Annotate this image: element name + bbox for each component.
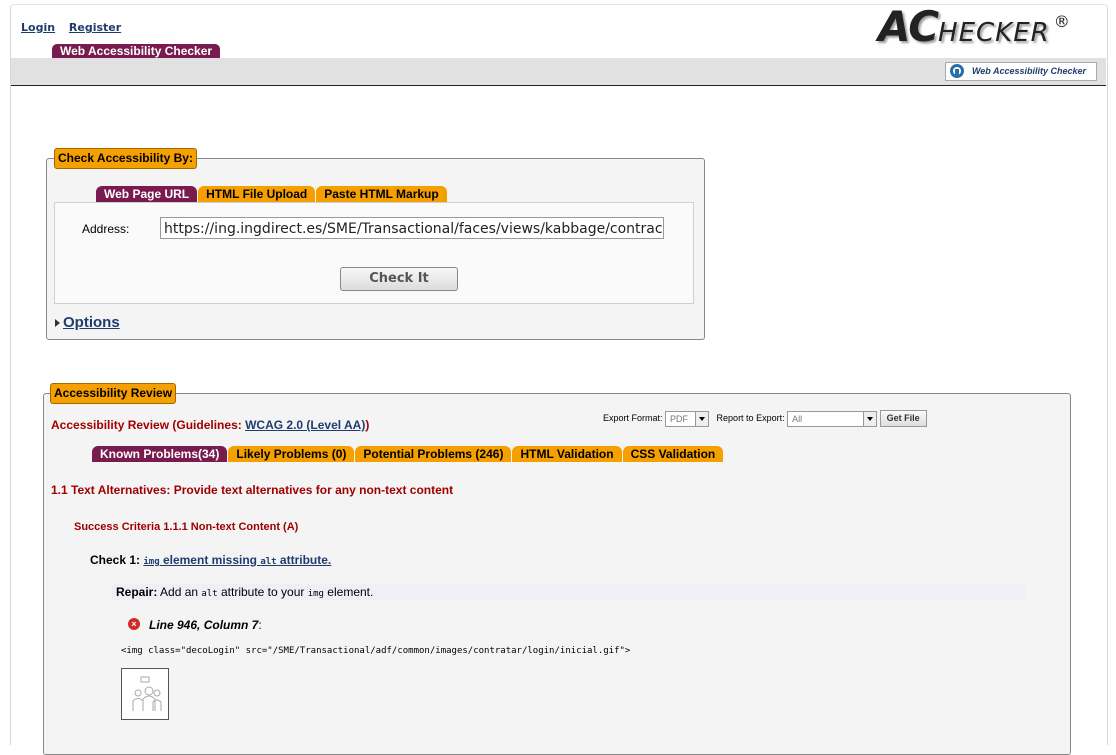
main-tab[interactable]: Web Accessibility Checker — [52, 44, 221, 58]
options-toggle[interactable]: Options — [55, 314, 120, 331]
error-colon: : — [258, 618, 262, 632]
top-links: Login Register — [21, 21, 131, 34]
check-heading: Check 1: img element missing alt attribu… — [90, 553, 331, 567]
repair-label: Repair: — [116, 585, 158, 599]
tab-html-file-upload[interactable]: HTML File Upload — [198, 186, 316, 202]
repair-code-alt: alt — [201, 589, 218, 599]
review-legend: Accessibility Review — [50, 383, 177, 404]
logo-ac: AC — [878, 2, 939, 51]
success-criteria-heading: Success Criteria 1.1.1 Non-text Content … — [74, 521, 299, 533]
people-illustration-icon — [132, 676, 162, 711]
register-link[interactable]: Register — [69, 21, 121, 34]
tab-likely-problems[interactable]: Likely Problems (0) — [228, 446, 355, 462]
check-code-alt: alt — [260, 557, 277, 567]
check-code-img: img — [143, 557, 160, 567]
check-link[interactable]: img element missing alt attribute. — [143, 553, 331, 567]
repair-text3: element. — [323, 585, 374, 599]
check-link-text1: element missing — [159, 553, 261, 567]
help-icon — [949, 64, 964, 78]
review-title-prefix: Accessibility Review (Guidelines: — [51, 418, 246, 432]
export-controls: Export Format: PDF Report to Export: All… — [603, 410, 927, 427]
result-tabs: Known Problems(34) Likely Problems (0) Pot… — [92, 446, 724, 462]
get-file-button[interactable]: Get File — [879, 410, 927, 427]
chevron-down-icon — [863, 411, 877, 426]
address-input[interactable]: https://ing.ingdirect.es/SME/Transaction… — [160, 217, 664, 239]
guideline-link[interactable]: WCAG 2.0 (Level AA) — [245, 418, 365, 432]
export-format-value: PDF — [670, 413, 689, 424]
help-button[interactable]: Web Accessibility Checker — [944, 62, 1097, 81]
image-thumbnail — [121, 668, 169, 720]
tab-css-validation[interactable]: CSS Validation — [622, 446, 724, 462]
report-to-export-label: Report to Export: — [716, 412, 785, 423]
check-label: Check 1: — [90, 553, 144, 567]
repair-text1: Add an — [157, 585, 202, 599]
tab-html-validation[interactable]: HTML Validation — [512, 446, 622, 462]
expand-arrow-icon — [55, 319, 60, 328]
report-select[interactable]: All — [787, 410, 878, 427]
input-method-tabs: Web Page URL HTML File Upload Paste HTML M… — [96, 186, 448, 202]
tab-paste-html-markup[interactable]: Paste HTML Markup — [316, 186, 447, 202]
nav-bar: Web Accessibility Checker — [11, 58, 1106, 86]
chevron-down-icon — [695, 411, 709, 426]
login-link[interactable]: Login — [21, 21, 55, 34]
repair-code-img: img — [307, 589, 324, 599]
tab-known-problems[interactable]: Known Problems(34) — [92, 446, 228, 462]
repair-text2: attribute to your — [217, 585, 308, 599]
check-form-legend: Check Accessibility By: — [54, 148, 197, 169]
export-format-select[interactable]: PDF — [665, 410, 710, 427]
error-line-column: Line 946, Column 7 — [149, 618, 259, 632]
options-link[interactable]: Options — [63, 314, 120, 331]
export-format-label: Export Format: — [603, 412, 663, 423]
check-it-button[interactable]: Check It — [340, 267, 458, 291]
logo-hecker: HECKER — [938, 18, 1050, 48]
error-location: × Line 946, Column 7: — [128, 618, 262, 632]
review-title-suffix: ) — [365, 418, 370, 432]
check-link-text2: attribute. — [276, 553, 332, 567]
error-icon: × — [128, 618, 140, 630]
address-label: Address: — [82, 222, 130, 236]
code-snippet: <img class="decoLogin" src="/SME/Transac… — [121, 646, 631, 656]
tab-web-page-url[interactable]: Web Page URL — [96, 186, 198, 202]
report-value: All — [792, 413, 803, 424]
help-button-label: Web Accessibility Checker — [971, 66, 1086, 76]
guideline-heading: 1.1 Text Alternatives: Provide text alte… — [51, 483, 454, 497]
logo-registered: ® — [1053, 12, 1070, 31]
tab-potential-problems[interactable]: Potential Problems (246) — [355, 446, 512, 462]
achecker-logo: ACHECKER ® — [878, 2, 1070, 51]
review-title: Accessibility Review (Guidelines: WCAG 2… — [51, 418, 369, 432]
repair-row: Repair: Add an alt attribute to your img… — [112, 584, 1026, 600]
